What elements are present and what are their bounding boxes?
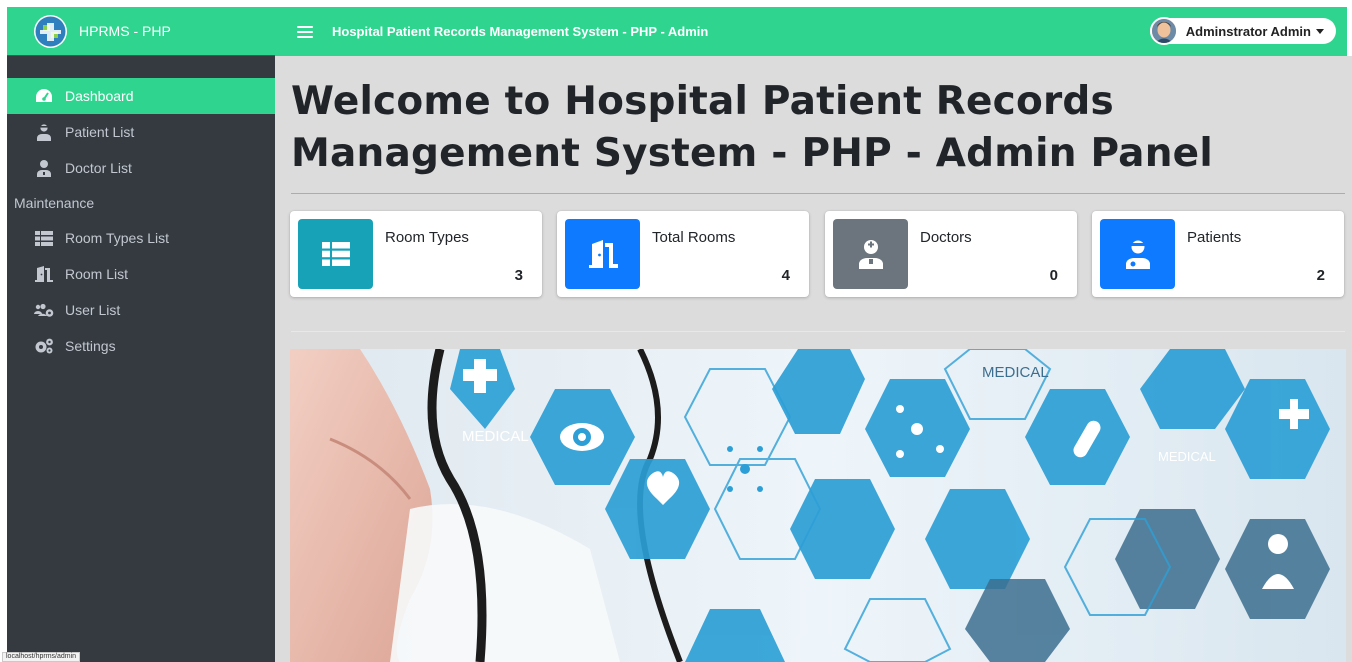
th-list-icon bbox=[34, 229, 54, 247]
user-injured-icon bbox=[1100, 219, 1175, 289]
sidebar-item-label: Patient List bbox=[65, 124, 135, 140]
nav-section-header: Maintenance bbox=[14, 195, 95, 211]
medical-banner-image: MEDICAL MEDICAL MEDICAL bbox=[290, 349, 1346, 662]
sidebar-item-room-list[interactable]: Room List bbox=[7, 256, 275, 292]
info-box-label: Patients bbox=[1187, 229, 1242, 246]
sidebar-item-label: Room List bbox=[65, 266, 129, 282]
brand-link[interactable]: HPRMS - PHP bbox=[7, 7, 275, 56]
user-avatar bbox=[1149, 17, 1178, 45]
chevron-down-icon bbox=[1316, 28, 1324, 34]
info-box-doctors[interactable]: Doctors 0 bbox=[825, 211, 1077, 297]
info-box-total-rooms[interactable]: Total Rooms 4 bbox=[557, 211, 809, 297]
info-box-label: Room Types bbox=[385, 229, 469, 246]
main-content: Welcome to Hospital Patient Records Mana… bbox=[275, 56, 1352, 662]
info-box-label: Total Rooms bbox=[652, 229, 736, 246]
hamburger-icon[interactable] bbox=[297, 25, 313, 39]
info-box-number: 2 bbox=[1316, 267, 1325, 284]
user-md-icon bbox=[833, 219, 908, 289]
sidebar-item-label: Dashboard bbox=[65, 88, 134, 104]
banner-label: MEDICAL bbox=[982, 364, 1049, 381]
info-box-number: 4 bbox=[781, 267, 790, 284]
banner-label: MEDICAL bbox=[462, 428, 529, 445]
info-box-patients[interactable]: Patients 2 bbox=[1092, 211, 1344, 297]
sidebar-nav: Dashboard Patient List Doctor List Maint… bbox=[7, 78, 275, 364]
info-box-number: 3 bbox=[514, 267, 523, 284]
cogs-icon bbox=[34, 337, 54, 355]
user-md-icon bbox=[34, 159, 54, 177]
users-cog-icon bbox=[34, 301, 54, 319]
user-menu-button[interactable]: Adminstrator Admin bbox=[1149, 17, 1336, 45]
sidebar-item-label: Room Types List bbox=[65, 230, 170, 246]
sidebar-item-doctor-list[interactable]: Doctor List bbox=[7, 150, 275, 186]
sidebar: HPRMS - PHP Dashboard Patient List Docto… bbox=[7, 7, 275, 662]
top-navbar: Hospital Patient Records Management Syst… bbox=[275, 7, 1347, 56]
divider bbox=[291, 193, 1345, 194]
info-box-room-types[interactable]: Room Types 3 bbox=[290, 211, 542, 297]
user-name: Adminstrator Admin bbox=[1185, 23, 1311, 39]
divider bbox=[291, 331, 1345, 332]
info-cards: Room Types 3 Total Rooms 4 Doctors 0 Pat… bbox=[290, 211, 1350, 297]
medical-logo-icon bbox=[34, 14, 67, 48]
app-title: Hospital Patient Records Management Syst… bbox=[332, 24, 709, 39]
window-top-strip bbox=[0, 0, 1352, 7]
sidebar-item-patient-list[interactable]: Patient List bbox=[7, 114, 275, 150]
page-title: Welcome to Hospital Patient Records Mana… bbox=[291, 79, 1213, 176]
sidebar-item-label: Doctor List bbox=[65, 160, 132, 176]
sidebar-item-label: User List bbox=[65, 302, 121, 318]
door-open-icon bbox=[34, 265, 54, 283]
user-injured-icon bbox=[34, 123, 54, 141]
status-bar-url: localhost/hprms/admin bbox=[2, 652, 81, 662]
sidebar-item-settings[interactable]: Settings bbox=[7, 328, 275, 364]
door-open-icon bbox=[565, 219, 640, 289]
sidebar-item-label: Settings bbox=[65, 338, 116, 354]
sidebar-item-user-list[interactable]: User List bbox=[7, 292, 275, 328]
info-box-number: 0 bbox=[1049, 267, 1058, 284]
tachometer-icon bbox=[34, 87, 54, 105]
info-box-label: Doctors bbox=[920, 229, 972, 246]
banner-label: MEDICAL bbox=[1158, 449, 1216, 464]
sidebar-item-room-types-list[interactable]: Room Types List bbox=[7, 220, 275, 256]
brand-name: HPRMS - PHP bbox=[79, 23, 171, 39]
th-list-icon bbox=[298, 219, 373, 289]
sidebar-item-dashboard[interactable]: Dashboard bbox=[7, 78, 275, 114]
